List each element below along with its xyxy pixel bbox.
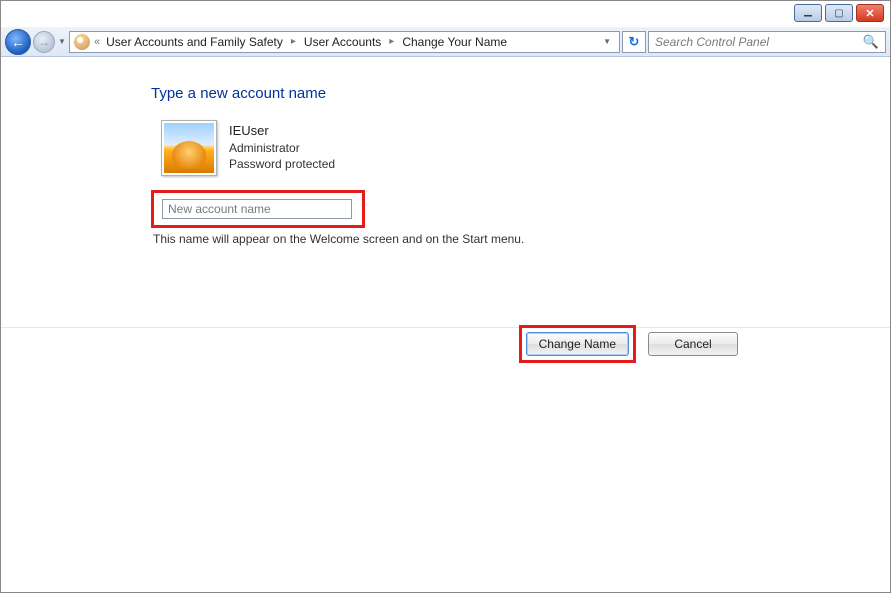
- recent-pages-dropdown[interactable]: [57, 31, 67, 53]
- breadcrumb-overflow-icon[interactable]: «: [94, 36, 100, 48]
- avatar: [161, 120, 217, 176]
- cancel-button[interactable]: Cancel: [648, 332, 738, 356]
- forward-button[interactable]: [33, 31, 55, 53]
- address-history-dropdown[interactable]: [599, 37, 615, 46]
- close-button[interactable]: [856, 4, 884, 22]
- account-role: Administrator: [229, 140, 335, 156]
- content-area: Type a new account name IEUser Administr…: [1, 57, 890, 592]
- control-panel-icon: [74, 34, 90, 50]
- breadcrumb-item[interactable]: User Accounts: [302, 35, 383, 49]
- avatar-image: [164, 123, 214, 173]
- new-account-name-input[interactable]: New account name: [162, 199, 352, 219]
- page-title: Type a new account name: [151, 85, 751, 102]
- window-caption-buttons: [794, 4, 884, 22]
- account-protection: Password protected: [229, 156, 335, 172]
- account-name: IEUser: [229, 122, 335, 140]
- search-icon: [863, 34, 879, 50]
- chevron-right-icon[interactable]: [289, 36, 298, 47]
- address-bar[interactable]: « User Accounts and Family Safety User A…: [69, 31, 620, 53]
- highlight-box-button: Change Name: [519, 325, 636, 363]
- change-name-button[interactable]: Change Name: [526, 332, 629, 356]
- back-button[interactable]: [5, 29, 31, 55]
- minimize-button[interactable]: [794, 4, 822, 22]
- refresh-button[interactable]: [622, 31, 646, 53]
- navigation-bar: « User Accounts and Family Safety User A…: [1, 27, 890, 57]
- chevron-right-icon[interactable]: [387, 36, 396, 47]
- user-info-block: IEUser Administrator Password protected: [161, 120, 751, 176]
- breadcrumb-item[interactable]: User Accounts and Family Safety: [104, 35, 285, 49]
- search-placeholder: Search Control Panel: [655, 35, 769, 49]
- breadcrumb-item[interactable]: Change Your Name: [400, 35, 509, 49]
- search-input[interactable]: Search Control Panel: [648, 31, 886, 53]
- input-placeholder-text: New account name: [168, 202, 271, 216]
- help-text: This name will appear on the Welcome scr…: [153, 232, 751, 246]
- highlight-box-input: New account name: [151, 190, 365, 228]
- maximize-button[interactable]: [825, 4, 853, 22]
- button-row: Change Name Cancel: [1, 325, 890, 363]
